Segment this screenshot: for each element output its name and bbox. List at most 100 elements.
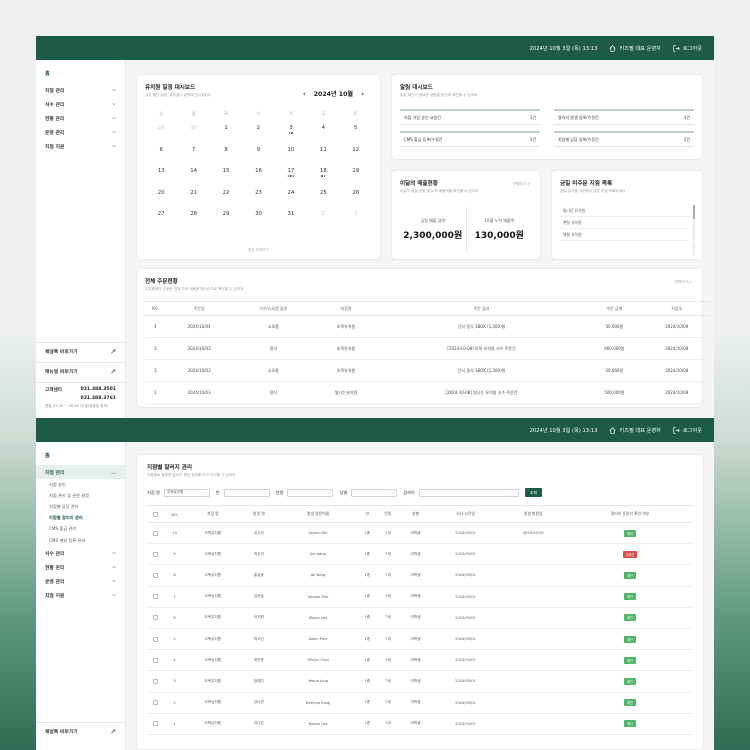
- row-checkbox[interactable]: [152, 572, 158, 578]
- class-select[interactable]: ⌵: [223, 488, 270, 497]
- sub-item-allergy[interactable]: 지점별 알러지 관리: [36, 513, 125, 524]
- alert-item[interactable]: 알러지 원생 등록/수정건 3건: [554, 109, 694, 125]
- table-row[interactable]: 1 2024/10/03 정식 빛나는유치원 [2024-10-08] 빛나는 유치원 …: [145, 381, 710, 404]
- sidebar-item-meals[interactable]: 식수 관리 ⌵: [36, 97, 125, 111]
- calendar-day[interactable]: 5: [340, 125, 372, 147]
- calendar-day[interactable]: 21: [177, 190, 209, 212]
- calendar-day[interactable]: 7: [177, 147, 209, 169]
- calendar-day[interactable]: 3: [275, 125, 307, 147]
- calendar-day[interactable]: 17: [275, 168, 307, 190]
- branch-select[interactable]: 조목유치원 ⌵: [163, 488, 210, 497]
- table-row[interactable]: 5 조목유치원 박고인 Sabin Park 1층 7세 여학생 2024/03/01 확인: [147, 628, 693, 651]
- sidebar-item-status[interactable]: 현황 관리 ⌵: [36, 111, 125, 125]
- calendar-day[interactable]: 22: [210, 190, 242, 212]
- row-checkbox[interactable]: [152, 551, 158, 557]
- sidebar-item-status[interactable]: 현황 관리 ⌵: [36, 560, 125, 574]
- alert-item[interactable]: 지점별 담당 등록/수정건 1건: [554, 131, 694, 147]
- calendar-day[interactable]: 31: [275, 211, 307, 233]
- gender-select[interactable]: ⌵: [351, 488, 398, 497]
- calendar-day[interactable]: 15: [210, 168, 242, 190]
- sidebar-item-operation[interactable]: 운영 관리 ⌵: [36, 125, 125, 139]
- calendar-day[interactable]: 8: [210, 147, 242, 169]
- table-row[interactable]: 9 조목유치원 최은석 Jisi wang 1층 7세 여학생 2024/03/01 미확인: [147, 543, 693, 566]
- logout-button[interactable]: 로그아웃: [673, 44, 702, 52]
- sub-item-manager[interactable]: 지점별 담당 관리: [36, 501, 125, 512]
- row-checkbox[interactable]: [152, 721, 158, 727]
- calendar-view-all[interactable]: 일정 전체보기: [137, 248, 380, 253]
- row-checkbox[interactable]: [152, 657, 158, 663]
- row-checkbox[interactable]: [152, 678, 158, 684]
- sidebar-home[interactable]: 홈: [36, 60, 125, 83]
- channel-shortcut[interactable]: 채널톡 바로가기 ↗: [36, 342, 125, 360]
- calendar-day[interactable]: 2: [242, 125, 274, 147]
- calendar-day[interactable]: 10: [275, 147, 307, 169]
- chevron-right-icon[interactable]: ›: [361, 90, 364, 98]
- table-row[interactable]: 3 조목유치원 정예진 Yeeun Jung 1층 7세 여학생 2024/03/01 확인: [147, 670, 693, 693]
- calendar-day[interactable]: 18: [307, 168, 339, 190]
- calendar-day[interactable]: 16: [242, 168, 274, 190]
- calendar-day[interactable]: 30: [242, 211, 274, 233]
- table-row[interactable]: 2 2024/10/03 소모품 조목유치원 간식 정식 1BOX (1,200개) 50…: [145, 359, 710, 382]
- sub-item-approval[interactable]: 지점 승인: [36, 479, 125, 490]
- calendar-day[interactable]: 12: [340, 147, 372, 169]
- table-row[interactable]: 1 조목유치원 이나은 Naeun Lee 1층 7세 여학생 2024/03/01 확인: [147, 713, 693, 735]
- alert-item[interactable]: CMS 출금 등록/수정건 1건: [400, 131, 540, 147]
- chevron-left-icon[interactable]: ‹: [303, 90, 306, 98]
- table-row[interactable]: 3 2024/10/03 정식 조목유치원 [2024-10-08] 토목 유치원 식수…: [145, 337, 710, 360]
- sidebar-item-support[interactable]: 지점 지원 ⌵: [36, 588, 125, 602]
- orders-view-all[interactable]: 전체보기 >: [675, 280, 692, 285]
- calendar-day[interactable]: 14: [177, 168, 209, 190]
- table-row[interactable]: 8 조목유치원 홍길동 gil dong 1층 7세 여학생 2024/03/01 확인: [147, 564, 693, 587]
- user-menu[interactable]: 키즈필 대표 운영자: [609, 44, 661, 52]
- no-order-item[interactable]: 빛나던 유치원: [560, 205, 690, 217]
- calendar-day[interactable]: 26: [340, 190, 372, 212]
- search-button[interactable]: 조회: [524, 488, 543, 497]
- table-row[interactable]: 7 조목유치원 김하늘 Haneul Kim 1층 7세 여학생 2024/03/01 확인: [147, 586, 693, 608]
- sidebar-item-operation[interactable]: 운영 관리 ⌵: [36, 574, 125, 588]
- table-row[interactable]: 10 조목유치원 이주연 Juyeon lee 1층 7세 여학생 2024/03/01 202…: [147, 522, 693, 545]
- sub-item-cms-withdraw[interactable]: CMS 출금 관리: [36, 524, 125, 535]
- calendar-day[interactable]: 25: [307, 190, 339, 212]
- no-order-scrollbar[interactable]: [693, 205, 695, 255]
- calendar-day[interactable]: 24: [275, 190, 307, 212]
- calendar-day[interactable]: 23: [242, 190, 274, 212]
- no-order-item[interactable]: 해봄 유치원: [560, 229, 690, 241]
- sub-item-permission[interactable]: 지점 관리 및 권한 설정: [36, 490, 125, 501]
- age-select[interactable]: ⌵: [287, 488, 334, 497]
- calendar-day[interactable]: 29: [210, 211, 242, 233]
- table-row[interactable]: 6 조목유치원 이지원 Jihoon Lee 1층 7세 여학생 2024/03/01 확인: [147, 607, 693, 629]
- calendar-day[interactable]: 1: [210, 125, 242, 147]
- calendar-day[interactable]: 19: [340, 168, 372, 190]
- alert-item[interactable]: 지점 가입 승인 요청건 1건: [400, 109, 540, 125]
- table-row[interactable]: 4 2024/10/04 소모품 조목유치원 간식 정식 1BOX (1,200개) 50…: [145, 315, 710, 338]
- calendar-day[interactable]: 20: [145, 190, 177, 212]
- row-checkbox[interactable]: [152, 700, 158, 706]
- logout-button[interactable]: 로그아웃: [673, 426, 702, 434]
- calendar-day[interactable]: 1: [307, 211, 339, 233]
- calendar-day[interactable]: 27: [145, 211, 177, 233]
- calendar-day[interactable]: 11: [307, 147, 339, 169]
- row-checkbox[interactable]: [152, 594, 158, 600]
- row-checkbox[interactable]: [152, 530, 158, 536]
- table-row[interactable]: 4 조목유치원 최민준 Minjun Choi 1층 7세 여학생 2024/03/01 확인: [147, 649, 693, 672]
- user-menu[interactable]: 키즈필 대표 운영자: [609, 426, 661, 434]
- row-checkbox[interactable]: [152, 615, 158, 621]
- manual-shortcut[interactable]: 매뉴얼 바로가기 ↗: [36, 362, 125, 380]
- row-checkbox[interactable]: [152, 636, 158, 642]
- table-row[interactable]: 2 조목유치원 강다연 DaHyun Kang 1층 7세 여학생 2024/03/01 확인: [147, 692, 693, 714]
- select-all-checkbox[interactable]: [152, 511, 158, 517]
- calendar-day[interactable]: 6: [145, 147, 177, 169]
- sidebar-item-meals[interactable]: 식수 관리 ⌵: [36, 546, 125, 560]
- sidebar-item-branch[interactable]: 지점 관리 ︿: [36, 465, 125, 479]
- calendar-day[interactable]: 13: [145, 168, 177, 190]
- sidebar-item-branch[interactable]: 지점 관리 ⌵: [36, 83, 125, 97]
- keyword-input[interactable]: [418, 488, 519, 497]
- channel-shortcut[interactable]: 채널톡 바로가기 ↗: [36, 722, 125, 740]
- no-order-item[interactable]: 햇살 유치원: [560, 217, 690, 229]
- calendar-day[interactable]: 30: [177, 125, 209, 147]
- sidebar-item-support[interactable]: 지점 지원 ⌵: [36, 139, 125, 153]
- calendar-day[interactable]: 29: [145, 125, 177, 147]
- sidebar-home[interactable]: 홈: [36, 442, 125, 465]
- calendar-day[interactable]: 2: [340, 211, 372, 233]
- calendar-day[interactable]: 4: [307, 125, 339, 147]
